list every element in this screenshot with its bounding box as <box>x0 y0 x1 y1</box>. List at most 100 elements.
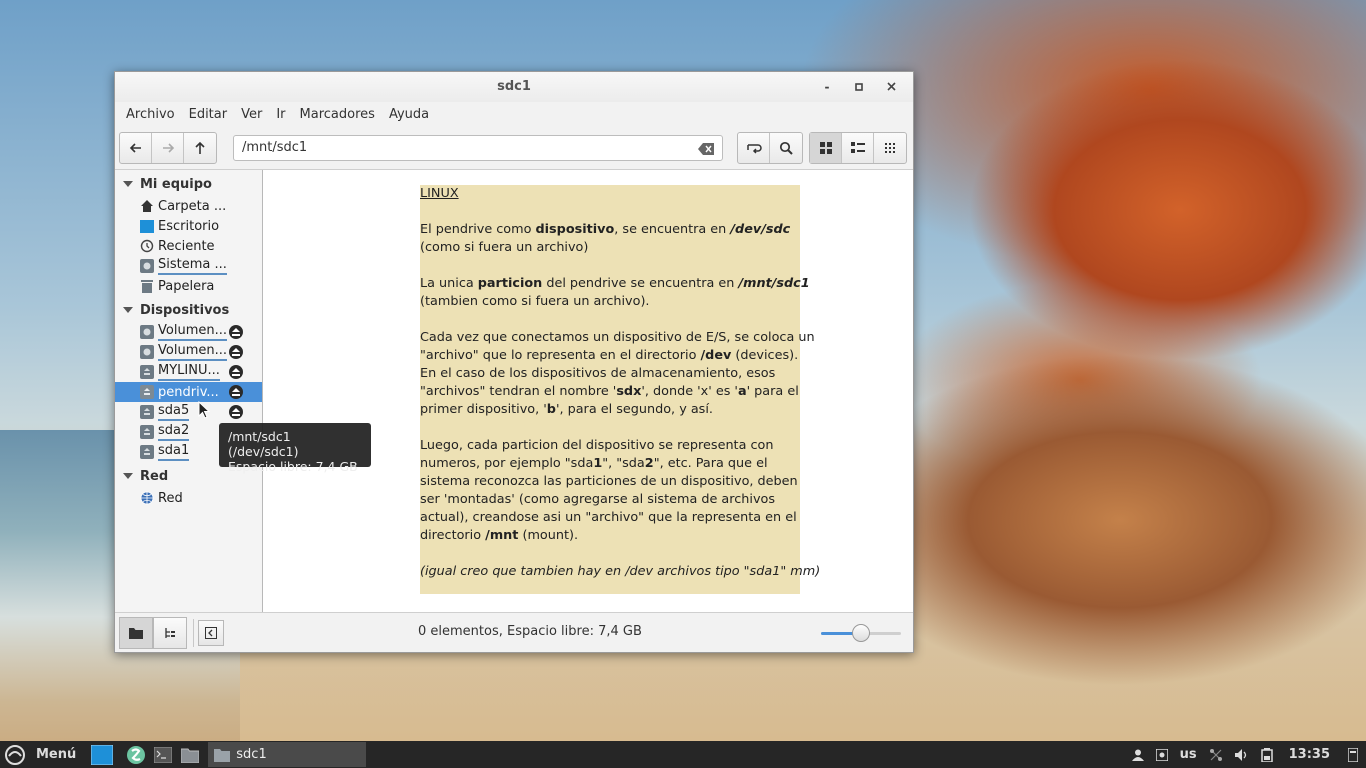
files-launcher[interactable] <box>178 743 202 767</box>
network-icon[interactable] <box>1209 748 1223 762</box>
note-line: sistema reconozca las particiones de un … <box>420 474 798 489</box>
menu-ir[interactable]: Ir <box>269 107 292 122</box>
list-view-button[interactable] <box>842 132 874 163</box>
sidebar-item-network[interactable]: Red <box>115 488 262 508</box>
taskbar-window-label: sdc1 <box>236 747 267 762</box>
show-desktop-launcher[interactable] <box>90 743 114 767</box>
close-button[interactable] <box>875 72 907 102</box>
arrow-up-icon <box>195 141 205 154</box>
menu-editar[interactable]: Editar <box>182 107 235 122</box>
battery-icon[interactable] <box>1260 747 1273 762</box>
device-tooltip: /mnt/sdc1 (/dev/sdc1) Espacio libre: 7,4… <box>219 423 371 474</box>
maximize-button[interactable] <box>843 72 875 102</box>
drive-icon <box>140 325 154 339</box>
eject-icon[interactable] <box>229 385 243 399</box>
show-places-button[interactable] <box>119 616 153 649</box>
keyboard-layout[interactable]: us <box>1180 747 1197 762</box>
tree-icon <box>165 627 175 638</box>
sidebar-item-label: Reciente <box>158 238 215 254</box>
note-line: "archivo" que lo representa en el direct… <box>420 348 799 363</box>
search-button[interactable] <box>770 133 802 163</box>
statusbar: 0 elementos, Espacio libre: 7,4 GB <box>115 612 913 652</box>
eject-icon[interactable] <box>229 345 243 359</box>
icon-view-button[interactable] <box>810 132 842 163</box>
zoom-slider-handle[interactable] <box>852 624 870 642</box>
terminal-launcher[interactable] <box>151 743 175 767</box>
forward-button[interactable] <box>152 132 184 163</box>
sidebar-item-volume-1[interactable]: Volumen... <box>115 322 262 342</box>
sidebar-item-mylinux[interactable]: MYLINU... <box>115 362 262 382</box>
clear-icon[interactable] <box>698 142 714 155</box>
back-button[interactable] <box>120 132 152 163</box>
sidebar-item-label: Volumen... <box>158 343 227 361</box>
file-view[interactable]: LINUX El pendrive como dispositivo, se e… <box>263 170 913 612</box>
note-line: (tambien como si fuera un archivo). <box>420 294 650 309</box>
up-button[interactable] <box>184 133 216 163</box>
eject-icon[interactable] <box>229 365 243 379</box>
menu-ver[interactable]: Ver <box>234 107 269 122</box>
clock[interactable]: 13:35 <box>1289 747 1330 762</box>
usb-drive-icon <box>140 405 154 419</box>
eject-icon[interactable] <box>229 405 243 419</box>
titlebar[interactable]: sdc1 - <box>115 72 913 102</box>
usb-drive-icon <box>140 365 154 379</box>
trash-icon <box>140 279 154 293</box>
toolbar: /mnt/sdc1 <box>115 126 913 170</box>
sidebar-item-trash[interactable]: Papelera <box>115 276 262 296</box>
notifications-icon[interactable] <box>1348 747 1358 762</box>
update-manager-icon[interactable] <box>1155 748 1168 761</box>
sidebar-item-label: MYLINU... <box>158 363 220 381</box>
sidebar-item-label: Red <box>158 490 183 506</box>
location-bar[interactable]: /mnt/sdc1 <box>233 134 723 161</box>
menu-ayuda[interactable]: Ayuda <box>382 107 436 122</box>
toggle-location-button[interactable] <box>738 132 770 163</box>
software-manager-icon <box>127 745 146 764</box>
show-tree-button[interactable] <box>153 616 187 649</box>
sidebar-section-dispositivos[interactable]: Dispositivos <box>115 298 262 322</box>
view-buttons <box>809 131 907 164</box>
note-line: actual), creandose asi un "archivo" que … <box>420 510 797 525</box>
menu-marcadores[interactable]: Marcadores <box>293 107 382 122</box>
file-manager-window: sdc1 - Archivo Editar Ver Ir Marcadores … <box>114 71 914 653</box>
toggle-location-icon <box>746 143 762 154</box>
arrow-left-icon <box>129 142 141 153</box>
menu-archivo[interactable]: Archivo <box>119 107 182 122</box>
note-line: En el caso de los dispositivos de almace… <box>420 366 776 381</box>
section-title: Red <box>140 468 169 484</box>
sidebar-item-sda5[interactable]: sda5 <box>115 402 262 422</box>
sidebar-item-desktop[interactable]: Escritorio <box>115 216 262 236</box>
sidebar-item-pendrive[interactable]: pendriv... <box>115 382 262 402</box>
sidebar-item-label: Papelera <box>158 278 215 294</box>
sidebar-item-recent[interactable]: Reciente <box>115 236 262 256</box>
mint-logo-icon <box>5 744 25 765</box>
drive-icon <box>140 259 154 273</box>
window-title: sdc1 <box>497 79 531 94</box>
usb-drive-icon <box>140 385 154 399</box>
volume-icon[interactable] <box>1234 748 1249 761</box>
note-line: directorio /mnt (mount). <box>420 528 579 543</box>
compact-view-button[interactable] <box>874 133 906 163</box>
sidebar-item-label: Escritorio <box>158 218 220 234</box>
eject-icon[interactable] <box>229 325 243 339</box>
taskbar-window-sdc1[interactable]: sdc1 <box>208 742 367 767</box>
sidebar-item-filesystem[interactable]: Sistema ... <box>115 256 262 276</box>
start-menu-button[interactable]: Menú <box>0 741 76 768</box>
hide-sidebar-button[interactable] <box>198 619 224 646</box>
zoom-slider[interactable] <box>821 624 901 642</box>
software-launcher[interactable] <box>124 743 148 767</box>
sidebar-section-mi-equipo[interactable]: Mi equipo <box>115 172 262 196</box>
compact-grid-icon <box>885 142 895 153</box>
sidebar-item-label: Volumen... <box>158 323 227 341</box>
note-line: "archivos" tendran el nombre 'sdx', dond… <box>420 384 799 399</box>
sidebar-item-label: Sistema ... <box>158 257 227 275</box>
minimize-button[interactable]: - <box>811 72 843 102</box>
sidebar-item-label: sda5 <box>158 403 190 421</box>
sidebar-item-home[interactable]: Carpeta ... <box>115 196 262 216</box>
sidebar-item-volume-2[interactable]: Volumen... <box>115 342 262 362</box>
sidebar-item-label: Carpeta ... <box>158 198 227 214</box>
section-title: Mi equipo <box>140 176 212 192</box>
arrow-right-icon <box>162 142 174 153</box>
expander-icon <box>123 181 133 187</box>
drive-icon <box>140 345 154 359</box>
user-icon[interactable] <box>1131 749 1144 761</box>
